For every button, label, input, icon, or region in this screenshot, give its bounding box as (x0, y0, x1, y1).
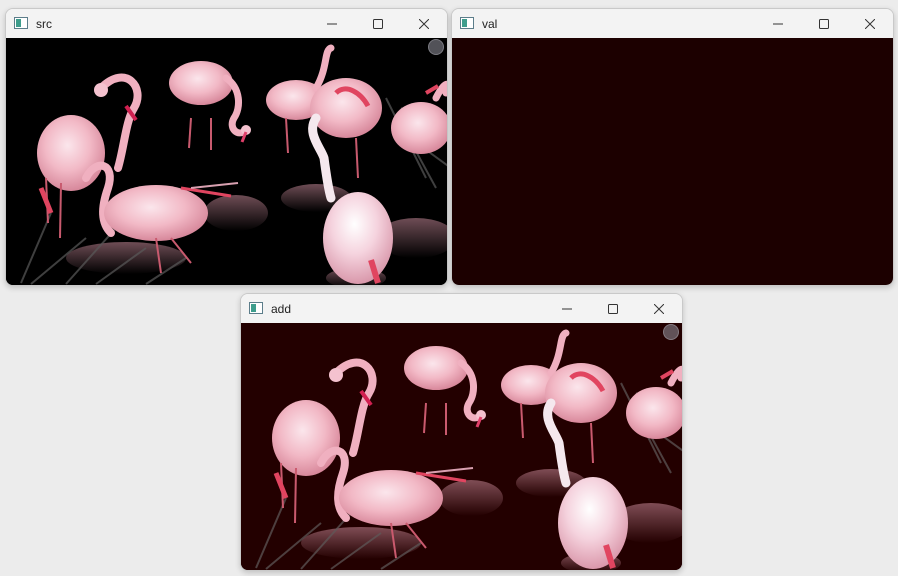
minimize-icon (562, 308, 572, 309)
titlebar[interactable]: src (6, 9, 447, 38)
app-icon (14, 17, 28, 29)
window-title: add (271, 302, 292, 316)
image-canvas[interactable] (241, 323, 682, 570)
maximize-button[interactable] (801, 9, 847, 38)
maximize-icon (608, 303, 618, 314)
add-window: add (240, 293, 683, 571)
minimize-icon (773, 23, 783, 24)
close-button[interactable] (847, 9, 893, 38)
maximize-icon (819, 18, 829, 29)
maximize-button[interactable] (590, 294, 636, 323)
close-button[interactable] (401, 9, 447, 38)
close-button[interactable] (636, 294, 682, 323)
minimize-button[interactable] (755, 9, 801, 38)
flamingo-image (6, 38, 447, 285)
close-icon (865, 18, 875, 29)
window-title: val (482, 17, 498, 31)
maximize-icon (373, 18, 383, 29)
minimize-button[interactable] (309, 9, 355, 38)
flamingo-image-brightened (241, 323, 682, 570)
minimize-button[interactable] (544, 294, 590, 323)
window-title: src (36, 17, 52, 31)
corner-badge-icon (428, 39, 444, 55)
image-canvas[interactable] (6, 38, 447, 285)
image-canvas[interactable] (452, 38, 893, 285)
app-icon (460, 17, 474, 29)
val-window: val (451, 8, 894, 286)
titlebar[interactable]: add (241, 294, 682, 323)
minimize-icon (327, 23, 337, 24)
app-icon (249, 302, 263, 314)
corner-badge-icon (663, 324, 679, 340)
src-window: src (5, 8, 448, 286)
close-icon (419, 18, 429, 29)
maximize-button[interactable] (355, 9, 401, 38)
titlebar[interactable]: val (452, 9, 893, 38)
close-icon (654, 303, 664, 314)
